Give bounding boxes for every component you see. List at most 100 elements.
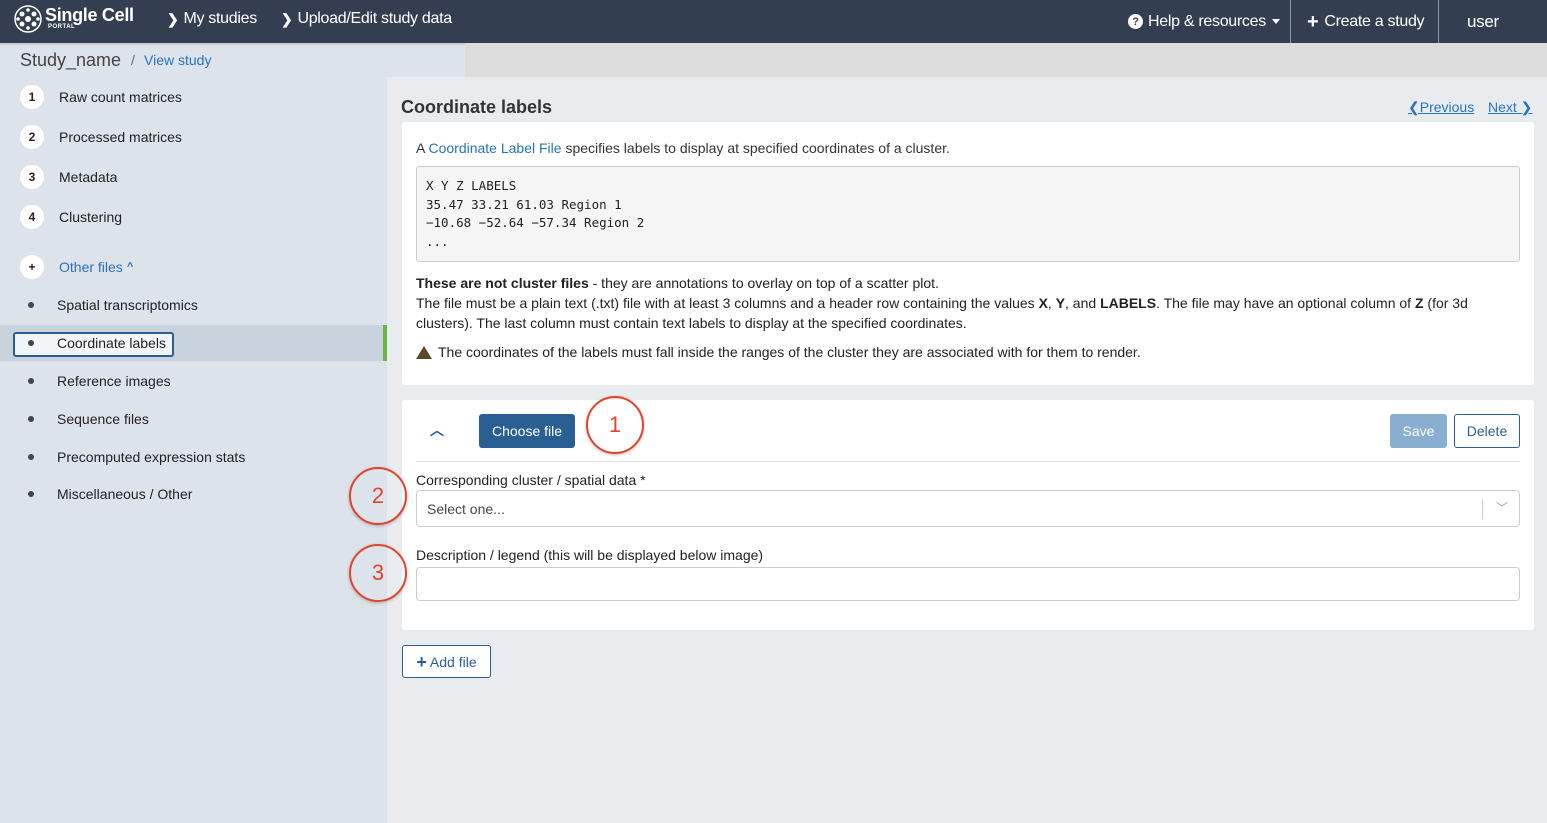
sidebar-item-precomputed-expression-stats[interactable]: Precomputed expression stats xyxy=(0,439,387,475)
create-study-label: Create a study xyxy=(1324,12,1425,30)
sidebar-item-miscellaneous[interactable]: Miscellaneous / Other xyxy=(0,476,387,512)
req-text: The file must be a plain text (.txt) fil… xyxy=(416,295,1039,311)
chevron-up-icon: ^ xyxy=(126,261,134,273)
warning-message: The coordinates of the labels must fall … xyxy=(438,344,1141,360)
help-resources-label: Help & resources xyxy=(1148,12,1266,30)
cluster-field-label: Corresponding cluster / spatial data * xyxy=(416,472,646,488)
intro-rest: specifies labels to display at specified… xyxy=(565,140,950,156)
divider xyxy=(416,461,1520,462)
bullet xyxy=(28,416,34,422)
nav-divider xyxy=(1290,0,1291,43)
step-processed-matrices[interactable]: 2 Processed matrices xyxy=(20,125,182,149)
step-label: Processed matrices xyxy=(59,129,182,145)
upload-sidebar: 1 Raw count matrices 2 Processed matrice… xyxy=(0,77,387,823)
brand-link[interactable]: Single Cell PORTAL xyxy=(14,5,134,33)
plus-icon: + xyxy=(1307,10,1319,33)
bullet xyxy=(28,491,34,497)
step-other-files[interactable]: + Other files ^ xyxy=(20,255,133,279)
nav-upload-edit[interactable]: ❯ Upload/Edit study data xyxy=(281,10,452,28)
add-file-button[interactable]: + Add file xyxy=(402,645,491,678)
step-number: 2 xyxy=(20,125,44,149)
nav-my-studies-label: My studies xyxy=(183,10,257,27)
add-file-label: Add file xyxy=(429,653,477,670)
warning-icon xyxy=(416,346,432,359)
breadcrumb-separator: / xyxy=(131,52,135,68)
chevron-left-icon: ❮ xyxy=(1408,99,1420,115)
sidebar-item-label: Sequence files xyxy=(57,411,149,427)
step-label: Clustering xyxy=(59,209,123,225)
sidebar-item-sequence-files[interactable]: Sequence files xyxy=(0,401,387,437)
example-code-block: X Y Z LABELS 35.47 33.21 61.03 Region 1 … xyxy=(416,166,1520,262)
req-text: , xyxy=(1047,295,1056,311)
req-labels: LABELS xyxy=(1100,295,1157,311)
req-text: , and xyxy=(1065,295,1101,311)
previous-link[interactable]: ❮Previous xyxy=(1408,99,1474,116)
brand-name: Single Cell xyxy=(45,5,134,25)
sidebar-item-label: Reference images xyxy=(57,373,171,389)
sidebar-item-label: Miscellaneous / Other xyxy=(57,486,193,502)
step-number: 1 xyxy=(20,85,44,109)
sidebar-item-label: Spatial transcriptomics xyxy=(57,297,198,313)
help-resources-menu[interactable]: ? Help & resources xyxy=(1128,0,1280,43)
bullet xyxy=(28,454,34,460)
sidebar-item-reference-images[interactable]: Reference images xyxy=(0,363,387,399)
req-z: Z xyxy=(1414,295,1424,311)
step-raw-count-matrices[interactable]: 1 Raw count matrices xyxy=(20,85,182,109)
step-clustering[interactable]: 4 Clustering xyxy=(20,205,122,229)
select-separator xyxy=(1482,499,1483,519)
chevron-up-icon[interactable]: ︿ xyxy=(430,420,444,440)
nav-divider xyxy=(1438,0,1439,43)
nav-my-studies[interactable]: ❯ My studies xyxy=(167,10,257,28)
chevron-right-icon: ❯ xyxy=(167,10,179,27)
step-label: Raw count matrices xyxy=(59,89,182,105)
view-study-link[interactable]: View study xyxy=(144,52,211,68)
caret-down-icon xyxy=(1271,19,1280,24)
delete-button[interactable]: Delete xyxy=(1454,414,1520,448)
breadcrumb-study-name[interactable]: Study_name xyxy=(20,50,121,71)
user-menu[interactable]: user xyxy=(1467,0,1499,43)
save-button[interactable]: Save xyxy=(1390,414,1447,448)
breadcrumb xyxy=(0,43,1547,77)
warning-text: The coordinates of the labels must fall … xyxy=(416,342,1516,362)
chevron-down-icon: ﹀ xyxy=(1495,501,1508,515)
not-cluster-bold: These are not cluster files xyxy=(416,275,589,291)
description-input[interactable] xyxy=(416,567,1520,601)
info-panel: A Coordinate Label File specifies labels… xyxy=(402,122,1534,385)
not-cluster-rest: - they are annotations to overlay on top… xyxy=(588,275,939,291)
help-icon: ? xyxy=(1128,14,1143,29)
intro-text: A Coordinate Label File specifies labels… xyxy=(416,140,950,156)
sidebar-item-coordinate-labels[interactable]: Coordinate labels xyxy=(0,325,387,361)
callout-2: 2 xyxy=(349,467,407,525)
sidebar-item-label: Precomputed expression stats xyxy=(57,449,246,465)
top-navbar: Single Cell PORTAL ❯ My studies ❯ Upload… xyxy=(0,0,1547,43)
bullet xyxy=(28,340,34,346)
step-label: Metadata xyxy=(59,169,118,185)
next-link[interactable]: Next ❯ xyxy=(1488,99,1532,116)
page-title: Coordinate labels xyxy=(401,97,553,117)
callout-3: 3 xyxy=(349,544,407,602)
logo-icon xyxy=(14,5,42,33)
requirements-text: These are not cluster files - they are a… xyxy=(416,273,1516,333)
bullet xyxy=(28,302,34,308)
req-y: Y xyxy=(1055,295,1066,311)
description-field-label: Description / legend (this will be displ… xyxy=(416,547,764,563)
step-number: + xyxy=(20,255,44,279)
cluster-select-placeholder: Select one... xyxy=(427,501,505,517)
bullet xyxy=(28,378,34,384)
step-number: 3 xyxy=(20,165,44,189)
plus-icon: + xyxy=(416,651,427,672)
choose-file-button[interactable]: Choose file xyxy=(479,414,575,448)
callout-1: 1 xyxy=(586,396,644,454)
create-study-link[interactable]: + Create a study xyxy=(1307,0,1425,43)
step-metadata[interactable]: 3 Metadata xyxy=(20,165,117,189)
cluster-select[interactable]: Select one... ﹀ xyxy=(416,490,1520,527)
step-number: 4 xyxy=(20,205,44,229)
next-label: Next xyxy=(1488,99,1517,115)
sidebar-item-spatial-transcriptomics[interactable]: Spatial transcriptomics xyxy=(0,287,387,323)
other-files-label: Other files xyxy=(59,259,123,275)
intro-prefix: A xyxy=(416,140,425,156)
user-name: user xyxy=(1467,11,1499,31)
sidebar-item-label: Coordinate labels xyxy=(57,335,166,351)
req-text: . The file may have an optional column o… xyxy=(1156,295,1415,311)
coordinate-label-file-link[interactable]: Coordinate Label File xyxy=(428,140,561,156)
